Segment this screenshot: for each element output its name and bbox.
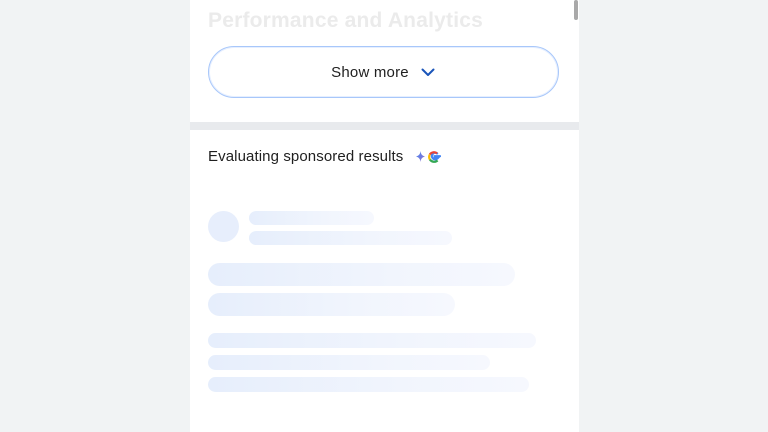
sponsored-section-title: Evaluating sponsored results [208, 148, 404, 165]
section-heading-faded: Performance and Analytics [208, 9, 483, 32]
ai-sparkle-google-icon [415, 149, 442, 165]
scrollbar-thumb[interactable] [574, 0, 578, 20]
skeleton-line [249, 231, 452, 245]
section-divider [190, 122, 579, 130]
results-panel: Performance and Analytics Show more Eval… [190, 0, 579, 432]
skeleton-line [249, 211, 374, 225]
page: Performance and Analytics Show more Eval… [0, 0, 768, 432]
skeleton-avatar [208, 211, 239, 242]
skeleton-line [208, 355, 490, 370]
skeleton-block [208, 263, 515, 286]
chevron-down-icon [420, 64, 436, 80]
skeleton-line [208, 333, 536, 348]
sponsored-section-header: Evaluating sponsored results [208, 148, 442, 165]
skeleton-line [208, 377, 529, 392]
show-more-label: Show more [331, 63, 409, 81]
skeleton-block [208, 293, 455, 316]
show-more-button[interactable]: Show more [208, 46, 559, 98]
